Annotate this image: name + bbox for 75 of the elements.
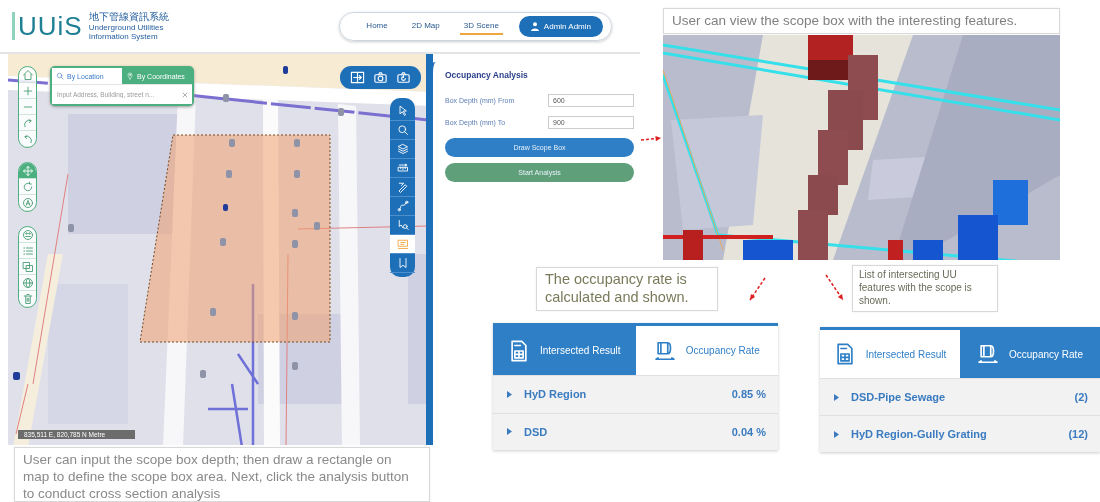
bookmark-icon	[396, 257, 409, 269]
callout-text: User can view the scope box with the interesting features.	[672, 13, 1018, 28]
feature-name: HyD Region	[524, 388, 587, 401]
callout-text: The occupancy rate is calculated and shown.	[545, 271, 689, 305]
arrow	[640, 135, 662, 142]
copy-icon	[21, 260, 34, 273]
trash-icon	[21, 292, 34, 305]
result-value: (2)	[1074, 391, 1088, 404]
camera-rotate-button[interactable]	[396, 70, 411, 85]
logo-mark: UUiS	[12, 12, 83, 40]
list-icon	[21, 244, 34, 257]
callout-text: List of intersecting UU features with the scope is shown.	[859, 269, 972, 306]
home-icon	[21, 68, 34, 81]
undo-icon	[21, 132, 34, 145]
move-button[interactable]	[19, 163, 36, 179]
home-button[interactable]	[19, 67, 36, 83]
feature-name: HyD Region-Gully Grating	[851, 428, 987, 441]
pipe-icon	[653, 339, 676, 362]
result-value: 0.04 %	[731, 425, 766, 438]
caret-icon	[507, 390, 512, 398]
ruler-icon	[396, 162, 409, 174]
route-icon	[396, 200, 409, 212]
copy-button[interactable]	[19, 259, 36, 275]
camera-icon	[373, 70, 388, 85]
nav-tab[interactable]: 2D Map	[407, 17, 444, 35]
result-value: 0.85 %	[731, 388, 766, 401]
search-icon	[396, 124, 409, 136]
pipe-icon	[977, 343, 1000, 366]
logo-subtitle: Underground Utilities	[88, 23, 165, 32]
redo-icon	[21, 116, 34, 129]
result-value: (12)	[1068, 428, 1088, 441]
clear-button[interactable]	[181, 90, 189, 99]
move-icon	[21, 164, 34, 177]
north-icon	[21, 196, 34, 209]
clear-icon	[181, 90, 189, 99]
split-view-button[interactable]	[350, 70, 365, 85]
search-icon	[56, 72, 64, 80]
scope-box-icon	[396, 238, 409, 250]
pin-icon	[126, 72, 134, 80]
pen-icon	[396, 181, 409, 193]
nav-tab[interactable]: 3D Scene	[459, 17, 503, 35]
user-button[interactable]: Admin Admin	[518, 15, 603, 37]
layers-icon	[396, 143, 409, 155]
rotate-button[interactable]	[19, 179, 36, 195]
scope-box-button[interactable]	[390, 235, 415, 254]
caret-icon	[834, 430, 839, 438]
feature-name: DSD-Pipe Sewage	[851, 391, 946, 404]
panel-title: Occupancy Analysis	[445, 70, 529, 80]
split-view-icon	[350, 70, 365, 85]
user-icon	[530, 21, 539, 31]
feature-name: DSD	[524, 425, 548, 438]
globe-icon	[21, 276, 34, 289]
result-row[interactable]: HyD Region 0.85 %	[493, 375, 778, 413]
caret-icon	[834, 393, 839, 401]
result-row[interactable]: HyD Region-Gully Grating (12)	[820, 415, 1100, 452]
logo-title: 地下管線資訊系統	[88, 11, 169, 23]
pointer-search-icon	[396, 219, 409, 231]
rotate-icon	[21, 180, 34, 193]
callout-text: User can input the scope box depth; then draw a rectangle on map to define the scope box area. Next, click the analysis button to conduct cross section analysis	[23, 452, 409, 501]
camera-button[interactable]	[373, 70, 388, 85]
result-tab[interactable]: Occupancy Rate	[635, 326, 778, 376]
nav-tab[interactable]: Home	[362, 17, 392, 35]
caret-icon	[507, 428, 512, 436]
result-tab[interactable]: Occupancy Rate	[960, 330, 1100, 379]
result-row[interactable]: DSD 0.04 %	[493, 412, 778, 450]
result-tab[interactable]: Intersected Result	[493, 326, 636, 376]
plus-icon	[21, 84, 34, 97]
camera-rotate-icon	[396, 70, 411, 85]
pointer-icon	[396, 105, 409, 117]
logo-subtitle: Information System	[88, 32, 159, 41]
arrow	[825, 274, 844, 301]
arrow	[749, 277, 766, 301]
globe-button[interactable]	[19, 275, 36, 291]
result-row[interactable]: DSD-Pipe Sewage (2)	[820, 378, 1100, 416]
result-tab[interactable]: Intersected Result	[820, 330, 960, 379]
